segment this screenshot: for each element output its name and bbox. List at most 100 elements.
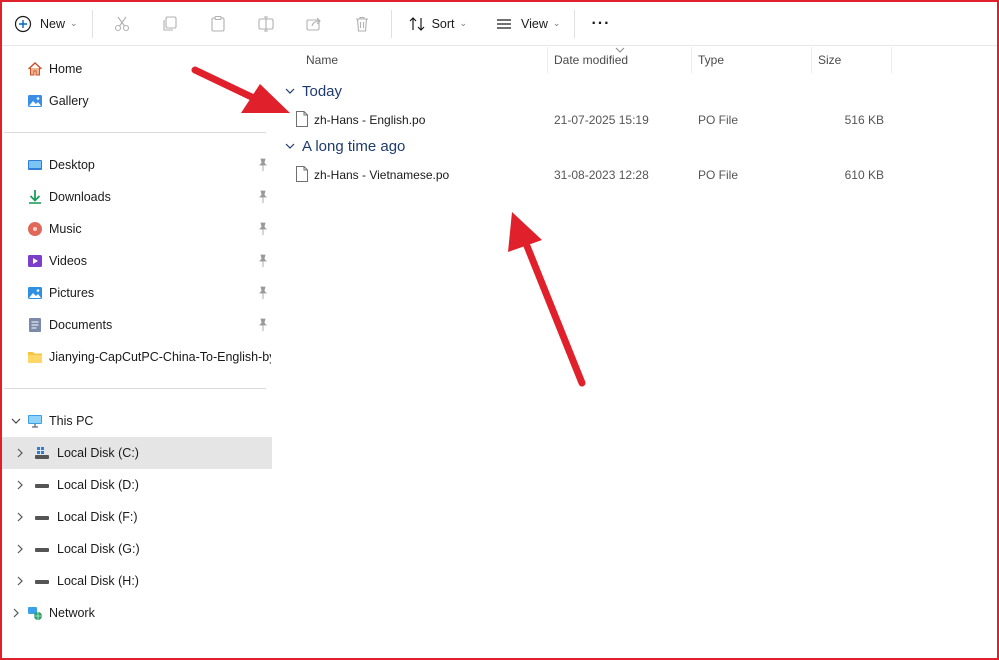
sidebar-item-network[interactable]: Network — [2, 597, 272, 629]
view-button[interactable]: View ⌄ — [487, 8, 568, 40]
sort-indicator-icon — [615, 47, 625, 53]
network-icon — [28, 607, 42, 620]
pin-icon[interactable] — [257, 190, 269, 204]
column-header-name[interactable]: Name — [306, 47, 546, 73]
pictures-icon — [28, 287, 42, 299]
drive-icon — [35, 516, 49, 520]
chevron-down-icon: ⌄ — [459, 18, 468, 28]
computer-icon — [28, 415, 42, 428]
sidebar-item-label: Local Disk (C:) — [57, 446, 139, 460]
sidebar-item-music[interactable]: Music — [2, 213, 272, 245]
windows-drive-icon — [35, 447, 49, 459]
sidebar-item-local-disk-g[interactable]: Local Disk (G:) — [2, 533, 272, 565]
group-header-today[interactable]: Today — [280, 79, 342, 103]
chevron-right-icon[interactable] — [14, 575, 26, 587]
sidebar-item-local-disk-d[interactable]: Local Disk (D:) — [2, 469, 272, 501]
chevron-right-icon[interactable] — [14, 447, 26, 459]
sidebar-item-label: Videos — [49, 254, 87, 268]
chevron-right-icon[interactable] — [14, 479, 26, 491]
sidebar-item-label: Music — [49, 222, 82, 236]
chevron-down-icon — [285, 143, 295, 149]
chevron-down-icon[interactable] — [10, 415, 22, 427]
sidebar-item-label: Downloads — [49, 190, 111, 204]
share-button[interactable] — [297, 8, 331, 40]
sidebar-item-gallery[interactable]: Gallery — [2, 85, 272, 117]
group-title: A long time ago — [302, 137, 406, 155]
column-divider[interactable] — [891, 47, 892, 73]
sidebar-item-label: Network — [49, 606, 95, 620]
column-header-size[interactable]: Size — [818, 47, 888, 73]
sidebar-item-label: Local Disk (D:) — [57, 478, 139, 492]
column-header-label: Date modified — [554, 53, 629, 67]
sidebar-item-folder[interactable]: Jianying-CapCutPC-China-To-English-by- — [2, 341, 272, 373]
more-options-icon: ··· — [591, 14, 611, 32]
pin-icon[interactable] — [257, 286, 269, 300]
drive-icon — [35, 548, 49, 552]
file-list: Name Date modified Type Size Today zh-Ha… — [280, 47, 997, 658]
chevron-right-icon[interactable] — [14, 543, 26, 555]
file-icon — [296, 111, 308, 127]
chevron-right-icon[interactable] — [14, 511, 26, 523]
chevron-down-icon: ⌄ — [552, 18, 561, 28]
desktop-icon — [28, 160, 42, 170]
sidebar-item-label: Gallery — [49, 94, 89, 108]
pin-icon[interactable] — [257, 222, 269, 236]
sidebar-item-label: Desktop — [49, 158, 95, 172]
file-date: 21-07-2025 15:19 — [554, 113, 649, 127]
sidebar-item-downloads[interactable]: Downloads — [2, 181, 272, 213]
cut-button[interactable] — [105, 8, 139, 40]
column-divider[interactable] — [691, 47, 692, 73]
downloads-icon — [29, 190, 41, 204]
sidebar-item-label: This PC — [49, 414, 94, 428]
documents-icon — [29, 318, 41, 332]
file-name: zh-Hans - English.po — [314, 113, 426, 127]
copy-button[interactable] — [153, 8, 187, 40]
sidebar-item-label: Pictures — [49, 286, 95, 300]
sort-icon — [409, 16, 424, 31]
sidebar-item-desktop[interactable]: Desktop — [2, 149, 272, 181]
view-icon — [497, 18, 512, 29]
toolbar-divider — [390, 9, 392, 38]
sidebar-item-local-disk-h[interactable]: Local Disk (H:) — [2, 565, 272, 597]
sidebar-item-label: Jianying-CapCutPC-China-To-English-by- — [49, 350, 271, 364]
new-button[interactable]: New ⌄ — [6, 8, 86, 40]
more-options-button[interactable]: ··· — [583, 8, 618, 40]
drive-icon — [35, 484, 49, 488]
sidebar-item-pictures[interactable]: Pictures — [2, 277, 272, 309]
paste-button[interactable] — [201, 8, 235, 40]
sidebar-item-label: Home — [49, 62, 83, 76]
videos-icon — [28, 255, 42, 267]
pin-icon[interactable] — [257, 318, 269, 332]
file-row[interactable]: zh-Hans - English.po 21-07-2025 15:19 PO… — [290, 107, 890, 131]
new-label: New — [40, 16, 66, 31]
toolbar-divider — [91, 9, 93, 38]
column-divider[interactable] — [811, 47, 812, 73]
rename-button[interactable] — [249, 8, 283, 40]
delete-button[interactable] — [345, 8, 379, 40]
delete-icon — [355, 16, 368, 32]
pin-icon[interactable] — [257, 254, 269, 268]
paste-icon — [211, 15, 225, 32]
view-label: View — [521, 16, 548, 31]
file-row[interactable]: zh-Hans - Vietnamese.po 31-08-2023 12:28… — [290, 162, 890, 186]
group-title: Today — [302, 82, 343, 100]
sort-button[interactable]: Sort ⌄ — [400, 8, 475, 40]
column-header-type[interactable]: Type — [698, 47, 808, 73]
sort-label: Sort — [431, 16, 455, 31]
sidebar-item-videos[interactable]: Videos — [2, 245, 272, 277]
column-divider[interactable] — [547, 47, 548, 73]
file-date: 31-08-2023 12:28 — [554, 168, 649, 182]
group-header-a-long-time-ago[interactable]: A long time ago — [280, 134, 405, 158]
sidebar-item-this-pc[interactable]: This PC — [2, 405, 272, 437]
sidebar-item-local-disk-c[interactable]: Local Disk (C:) — [2, 437, 272, 469]
chevron-right-icon[interactable] — [10, 607, 22, 619]
sidebar-item-home[interactable]: Home — [2, 53, 272, 85]
sidebar-item-label: Local Disk (F:) — [57, 510, 138, 524]
copy-icon — [163, 15, 177, 31]
file-size: 610 KB — [844, 168, 884, 182]
sidebar-item-documents[interactable]: Documents — [2, 309, 272, 341]
sidebar-item-label: Local Disk (G:) — [57, 542, 140, 556]
sidebar-item-local-disk-f[interactable]: Local Disk (F:) — [2, 501, 272, 533]
pin-icon[interactable] — [257, 158, 269, 172]
home-icon — [28, 62, 42, 76]
